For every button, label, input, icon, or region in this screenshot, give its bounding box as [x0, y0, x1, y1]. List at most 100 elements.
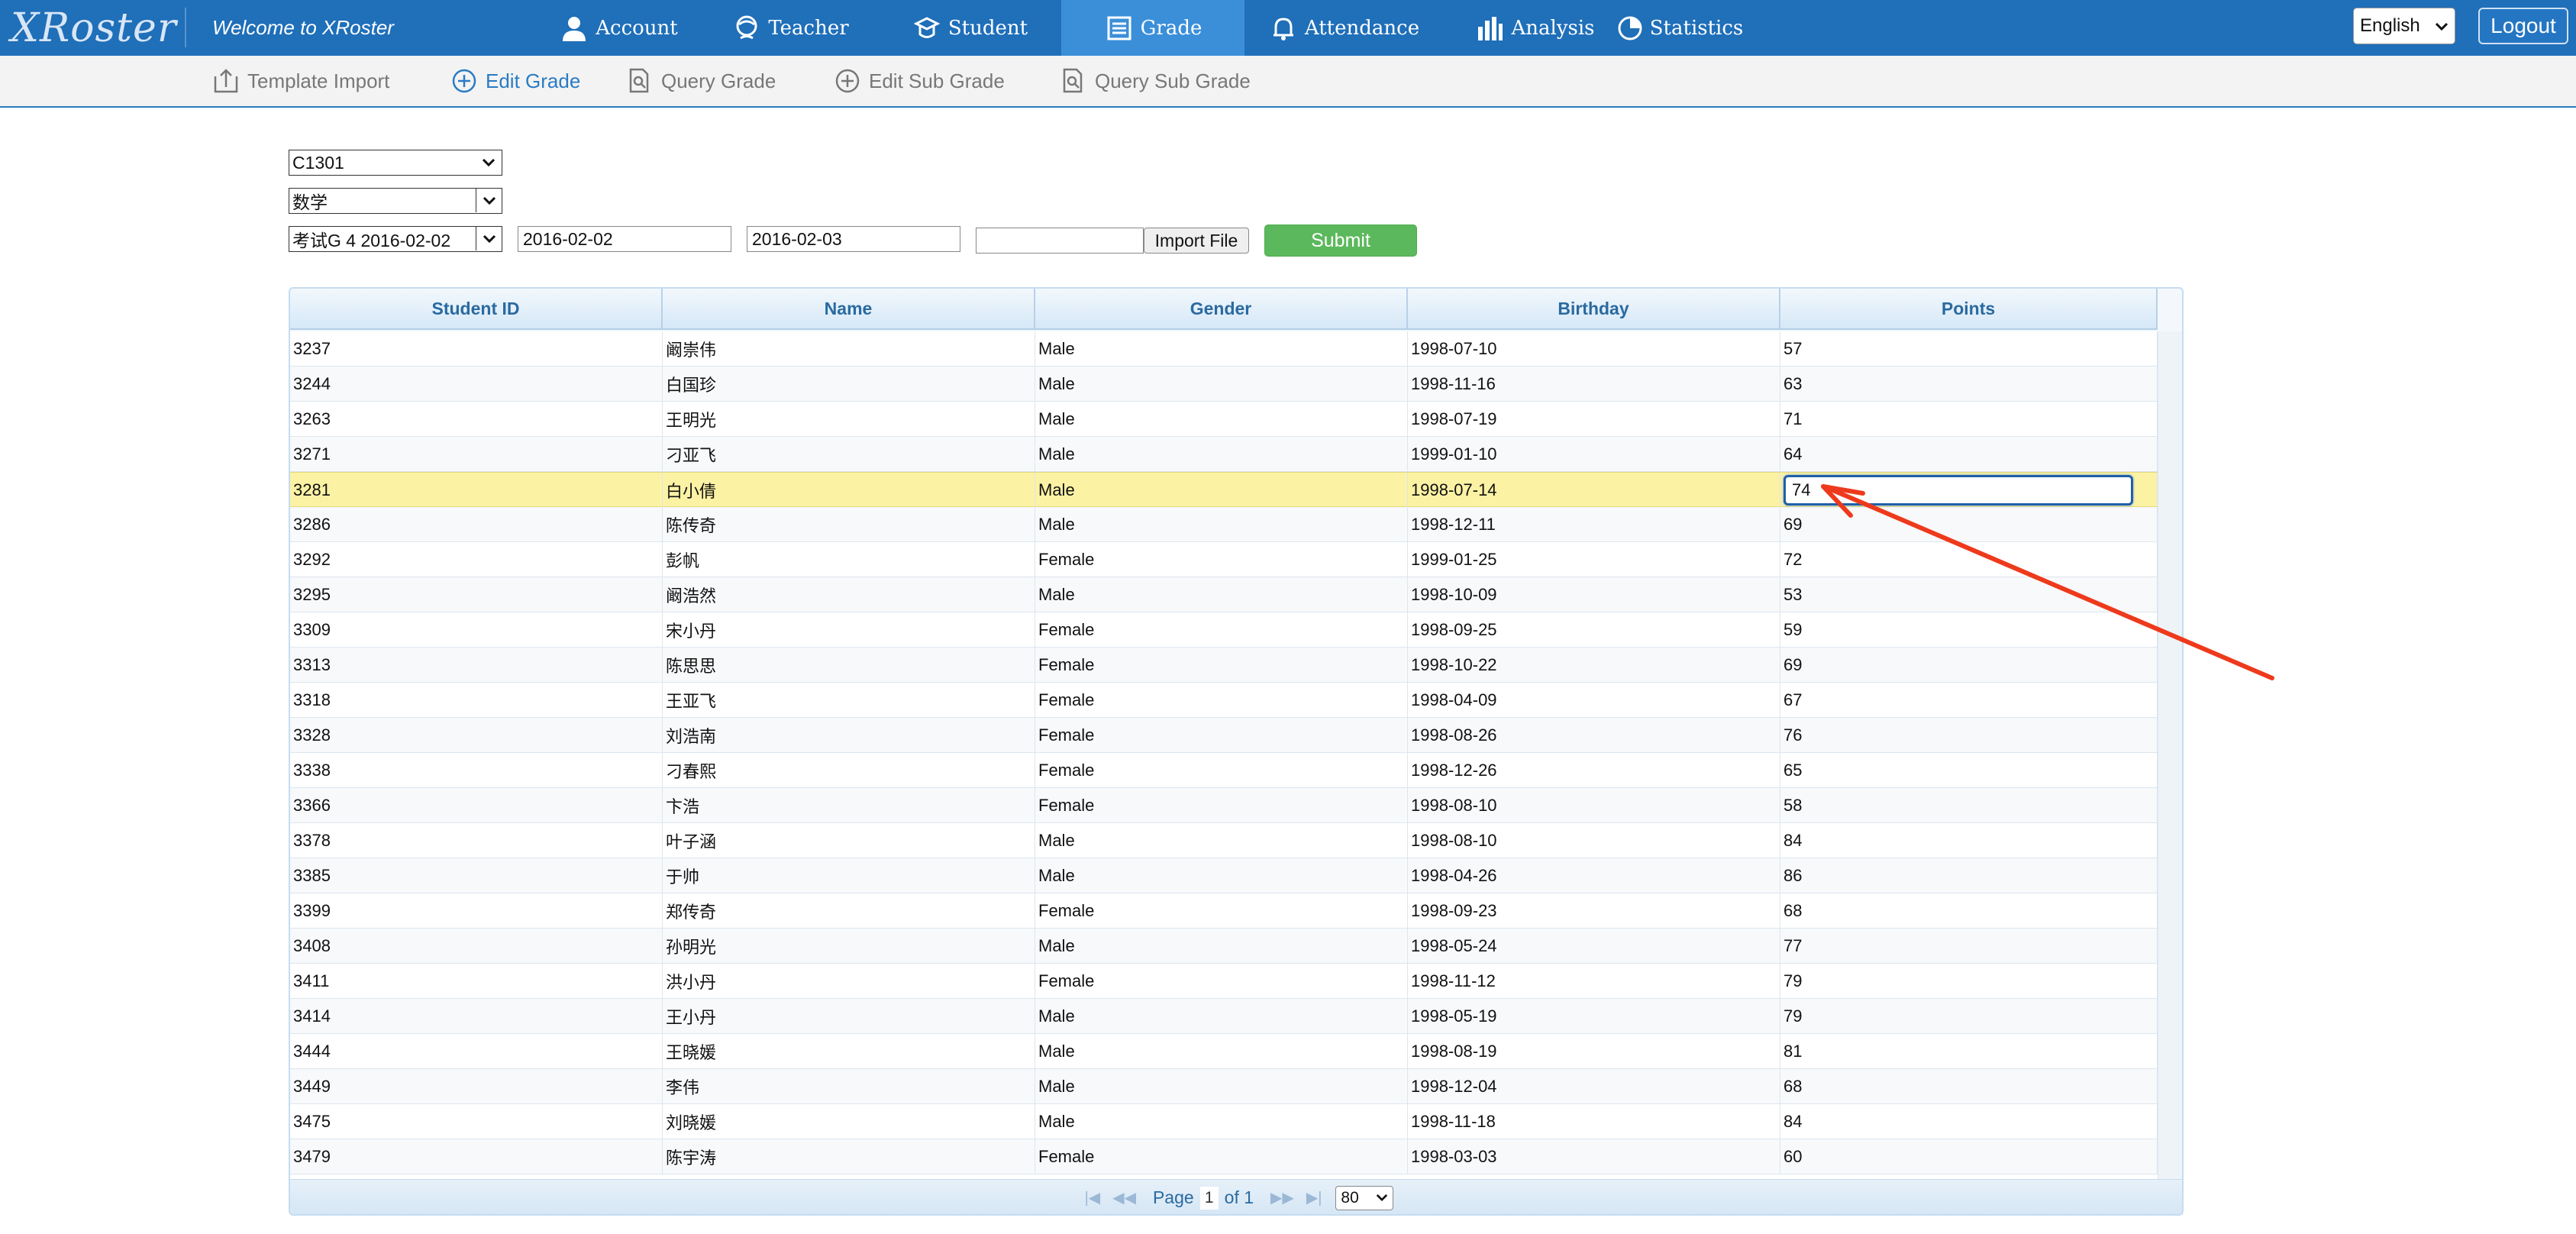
cell-points[interactable]: 64 [1780, 437, 2158, 471]
column-header[interactable]: Student ID [290, 289, 663, 328]
cell-points[interactable]: 72 [1780, 542, 2158, 577]
import-file-button[interactable]: Import File [1144, 228, 1249, 254]
cell-gender: Male [1035, 823, 1408, 858]
table-row[interactable]: 3338 刁春熙 Female 1998-12-26 65 [290, 753, 2158, 788]
table-row[interactable]: 3237 阚崇伟 Male 1998-07-10 57 [290, 331, 2158, 367]
cell-points[interactable]: 84 [1780, 1104, 2158, 1139]
cell-points[interactable]: 86 [1780, 858, 2158, 893]
cell-birthday: 1998-08-10 [1408, 788, 1780, 822]
nav-label: Analysis [1511, 16, 1595, 40]
subnav-edit-grade[interactable]: Edit Grade [449, 56, 625, 106]
nav-statistics[interactable]: Statistics [1618, 0, 1743, 56]
cell-name: 王晓媛 [663, 1034, 1035, 1068]
cell-points[interactable]: 69 [1780, 507, 2158, 541]
submit-button[interactable]: Submit [1264, 225, 1417, 257]
table-row[interactable]: 3479 陈宇涛 Female 1998-03-03 60 [290, 1139, 2158, 1174]
table-row[interactable]: 3244 白国珍 Male 1998-11-16 63 [290, 367, 2158, 402]
cell-name: 郑传奇 [663, 893, 1035, 928]
class-select[interactable]: C1301 [289, 150, 502, 176]
exam-select[interactable]: 考试G 4 2016-02-02 [289, 226, 502, 252]
cell-name: 陈思思 [663, 648, 1035, 682]
cell-points[interactable]: 71 [1780, 402, 2158, 436]
cell-points[interactable]: 53 [1780, 577, 2158, 612]
file-path-input[interactable] [976, 228, 1144, 254]
table-row[interactable]: 3318 王亚飞 Female 1998-04-09 67 [290, 683, 2158, 718]
cell-points[interactable]: 68 [1780, 1069, 2158, 1103]
table-row[interactable]: 3295 阚浩然 Male 1998-10-09 53 [290, 577, 2158, 612]
cell-points[interactable]: 63 [1780, 367, 2158, 401]
logout-button[interactable]: Logout [2478, 8, 2568, 44]
table-row[interactable]: 3414 王小丹 Male 1998-05-19 79 [290, 999, 2158, 1034]
cell-points[interactable]: 69 [1780, 648, 2158, 682]
subnav-query-sub-grade[interactable]: Query Sub Grade [1058, 56, 1257, 106]
page-size-select[interactable]: 80 [1335, 1185, 1394, 1210]
table-row[interactable]: 3366 卞浩 Female 1998-08-10 58 [290, 788, 2158, 823]
page-number-input[interactable]: 1 [1199, 1186, 1219, 1210]
cell-points[interactable]: 79 [1780, 964, 2158, 998]
table-row[interactable]: 3271 刁亚飞 Male 1999-01-10 64 [290, 437, 2158, 472]
cell-birthday: 1998-12-04 [1408, 1069, 1780, 1103]
end-date-input[interactable]: 2016-02-03 [747, 226, 960, 252]
language-value: English [2360, 15, 2420, 36]
points-edit-input[interactable]: 74 [1784, 474, 2133, 506]
table-row[interactable]: 3411 洪小丹 Female 1998-11-12 79 [290, 964, 2158, 999]
table-row[interactable]: 3281 白小倩 Male 1998-07-14 74 [290, 472, 2158, 507]
table-row[interactable]: 3444 王晓媛 Male 1998-08-19 81 [290, 1034, 2158, 1069]
cell-points[interactable]: 59 [1780, 612, 2158, 647]
cell-points[interactable]: 74 [1780, 473, 2158, 507]
cell-points[interactable]: 57 [1780, 331, 2158, 366]
nav-teacher[interactable]: Teacher [702, 0, 878, 56]
cell-points[interactable]: 60 [1780, 1139, 2158, 1174]
cell-points[interactable]: 58 [1780, 788, 2158, 822]
table-row[interactable]: 3292 彭帆 Female 1999-01-25 72 [290, 542, 2158, 577]
cell-points[interactable]: 65 [1780, 753, 2158, 787]
chevron-down-icon [1377, 1194, 1388, 1202]
grade-table: Student ID Name Gender Birthday Points 3237 阚… [289, 287, 2184, 1216]
table-row[interactable]: 3378 叶子涵 Male 1998-08-10 84 [290, 823, 2158, 858]
table-row[interactable]: 3313 陈思思 Female 1998-10-22 69 [290, 648, 2158, 683]
page-label: Page [1152, 1187, 1194, 1207]
cell-points[interactable]: 79 [1780, 999, 2158, 1033]
table-body[interactable]: 3237 阚崇伟 Male 1998-07-10 57 3244 白国珍 Male 1998-1… [290, 331, 2158, 1179]
next-page-icon[interactable]: ▶▶ [1270, 1188, 1294, 1207]
table-row[interactable]: 3449 李伟 Male 1998-12-04 68 [290, 1069, 2158, 1104]
table-row[interactable]: 3475 刘晓媛 Male 1998-11-18 84 [290, 1104, 2158, 1139]
cell-points[interactable]: 81 [1780, 1034, 2158, 1068]
table-row[interactable]: 3309 宋小丹 Female 1998-09-25 59 [290, 612, 2158, 648]
table-row[interactable]: 3385 于帅 Male 1998-04-26 86 [290, 858, 2158, 893]
column-header[interactable]: Name [663, 289, 1035, 328]
nav-attendance[interactable]: Attendance [1244, 0, 1443, 56]
table-row[interactable]: 3399 郑传奇 Female 1998-09-23 68 [290, 893, 2158, 929]
language-select[interactable]: English [2353, 8, 2455, 44]
nav-student[interactable]: Student [878, 0, 1061, 56]
cell-points[interactable]: 68 [1780, 893, 2158, 928]
cell-name: 孙明光 [663, 929, 1035, 963]
cell-points[interactable]: 67 [1780, 683, 2158, 717]
table-scrollbar[interactable] [2158, 331, 2182, 1179]
subject-select[interactable]: 数学 [289, 188, 502, 214]
table-row[interactable]: 3408 孙明光 Male 1998-05-24 77 [290, 929, 2158, 964]
table-row[interactable]: 3328 刘浩南 Female 1998-08-26 76 [290, 718, 2158, 753]
column-header[interactable]: Gender [1035, 289, 1408, 328]
cell-name: 刁亚飞 [663, 437, 1035, 471]
table-row[interactable]: 3286 陈传奇 Male 1998-12-11 69 [290, 507, 2158, 542]
cell-points[interactable]: 84 [1780, 823, 2158, 858]
app-logo[interactable]: XRoster [11, 3, 177, 53]
table-row[interactable]: 3263 王明光 Male 1998-07-19 71 [290, 402, 2158, 437]
subnav-edit-sub-grade[interactable]: Edit Sub Grade [832, 56, 1058, 106]
subnav-query-grade[interactable]: Query Grade [625, 56, 832, 106]
prev-page-icon[interactable]: ◀◀ [1112, 1188, 1136, 1207]
first-page-icon[interactable]: |◀ [1085, 1188, 1101, 1207]
search-doc-icon [1058, 66, 1089, 96]
start-date-input[interactable]: 2016-02-02 [518, 226, 731, 252]
nav-grade[interactable]: Grade [1061, 0, 1244, 56]
column-header[interactable]: Birthday [1408, 289, 1780, 328]
subnav-template-import[interactable]: Template Import [211, 56, 449, 106]
cell-points[interactable]: 76 [1780, 718, 2158, 752]
column-header[interactable]: Points [1780, 289, 2158, 328]
last-page-icon[interactable]: ▶| [1306, 1188, 1322, 1207]
cell-points[interactable]: 77 [1780, 929, 2158, 963]
cell-gender: Male [1035, 929, 1408, 963]
nav-analysis[interactable]: Analysis [1443, 0, 1626, 56]
nav-account[interactable]: Account [534, 0, 702, 56]
